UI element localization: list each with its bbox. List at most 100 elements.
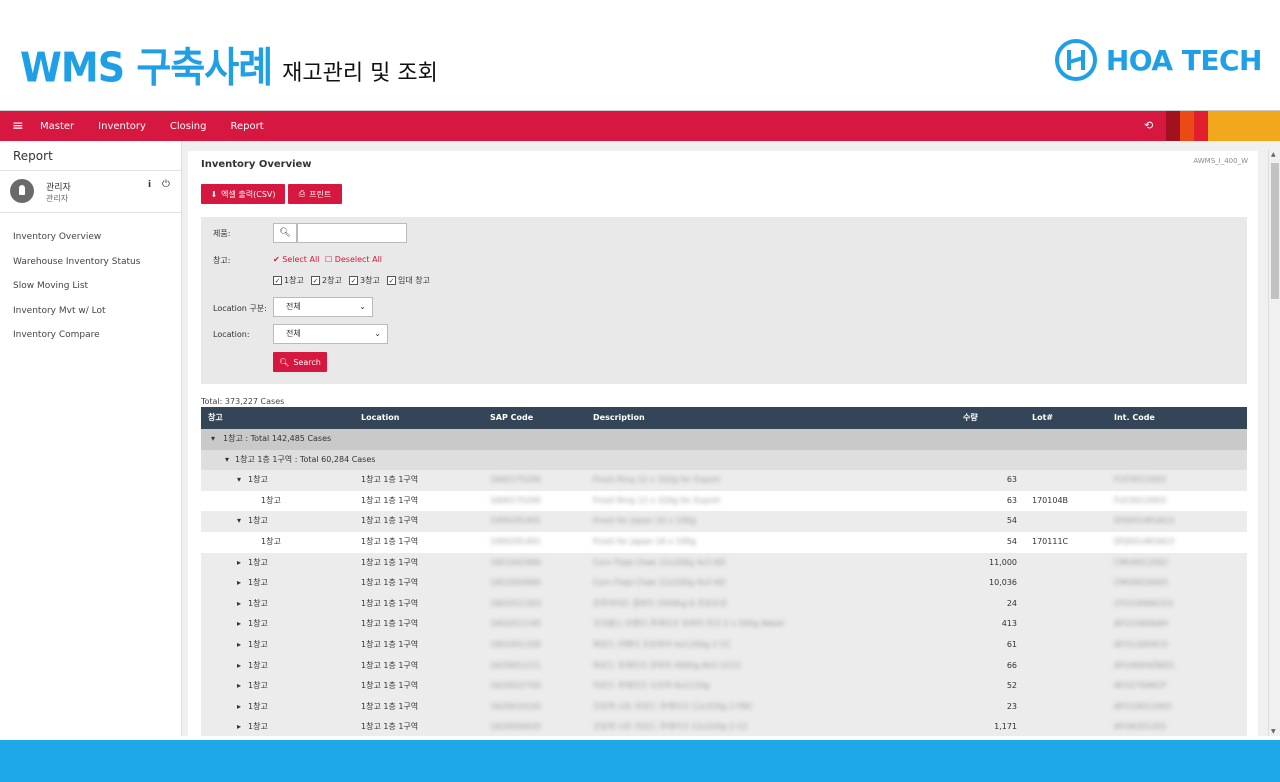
cell-lot: 170111C xyxy=(1032,537,1069,546)
table-row[interactable]: ▸ 1창고 1창고 1층 1구역 1602011145 코코팝스 라벤더 후레이크 포바… xyxy=(201,614,1247,635)
col-sap-code[interactable]: SAP Code xyxy=(490,407,533,429)
table-row[interactable]: ▸ 1창고 1창고 1층 1구역 1620022700 라로드 후레이크 시즈마 6x1… xyxy=(201,676,1247,697)
cell-warehouse: 1창고 xyxy=(248,660,268,670)
table-row[interactable]: ▸ 1창고 1창고 1층 1구역 1620010220 코로박 나트 라로드 후레이크 … xyxy=(201,696,1247,718)
caret-right-icon: ▸ xyxy=(237,722,242,732)
select-all-link[interactable]: ✔ Select All xyxy=(273,255,319,264)
cell-int-code: FUC0012003 xyxy=(1114,475,1166,485)
cell-quantity: 63 xyxy=(1006,495,1017,505)
chevron-down-icon: ⌄ xyxy=(359,302,366,311)
table-row[interactable]: 1창고 1창고 1층 1구역 1000291401 Frosti for Japan … xyxy=(201,532,1247,553)
col-int-code[interactable]: Int. Code xyxy=(1114,407,1155,429)
deselect-all-link[interactable]: ☐ Deselect All xyxy=(325,255,382,264)
table-row[interactable]: ▸ 1창고 1창고 1층 1구역 1602051200 파로드 라벤더 프로와커 4x1… xyxy=(201,635,1247,656)
print-label: 프린트 xyxy=(309,189,332,199)
col-quantity[interactable]: 수량 xyxy=(963,407,978,429)
cell-warehouse: 1창고 xyxy=(248,578,268,588)
group-row-zone[interactable]: ▾ 1창고 1층 1구역 : Total 60,284 Cases xyxy=(201,449,1247,471)
table-row[interactable]: ▸ 1창고 1창고 1층 1구역 1620051211 파로드 포레이크 포바이 400… xyxy=(201,655,1247,677)
group-label: 1창고 1층 1구역 : Total 60,284 Cases xyxy=(235,454,376,464)
location-value: 전체 xyxy=(286,329,301,338)
nav-closing[interactable]: Closing xyxy=(170,121,207,132)
caret-right-icon: ▸ xyxy=(237,660,242,670)
export-csv-button[interactable]: ⬇ 엑셀 출력(CSV) xyxy=(201,184,285,204)
cell-sap-code: 1651042900 xyxy=(490,557,541,567)
cell-int-code: AFO10012003 xyxy=(1114,701,1172,711)
deselect-all-label: Deselect All xyxy=(334,255,383,264)
info-icon[interactable]: i xyxy=(148,180,151,190)
warehouse-checkbox-1[interactable]: ✓ 1창고 xyxy=(273,275,304,286)
cell-int-code: AFO2700KCP xyxy=(1114,681,1166,691)
sidebar-item-slow-moving-list[interactable]: Slow Moving List xyxy=(0,274,181,299)
warehouse-checkbox-3[interactable]: ✓ 3창고 xyxy=(349,275,380,286)
footer-band xyxy=(0,740,1280,782)
sidebar-item-warehouse-inventory-status[interactable]: Warehouse Inventory Status xyxy=(0,250,181,275)
product-search-input[interactable] xyxy=(297,223,407,243)
cell-warehouse: 1창고 xyxy=(248,557,268,567)
nav-master[interactable]: Master xyxy=(40,121,74,132)
avatar xyxy=(10,179,34,203)
nav-report[interactable]: Report xyxy=(230,121,263,132)
warehouse-checkbox-2[interactable]: ✓ 2창고 xyxy=(311,275,342,286)
sidebar-item-inventory-mvt-lot[interactable]: Inventory Mvt w/ Lot xyxy=(0,299,181,324)
power-icon[interactable]: ⏻ xyxy=(162,179,170,190)
scroll-up-icon[interactable]: ▲ xyxy=(1271,151,1276,158)
sidebar-item-inventory-overview[interactable]: Inventory Overview xyxy=(0,225,181,250)
caret-down-icon: ▾ xyxy=(237,475,242,485)
group-label: 1창고 : Total 142,485 Cases xyxy=(223,434,332,443)
col-lot[interactable]: Lot# xyxy=(1032,407,1053,429)
print-button[interactable]: ⎙ 프린트 xyxy=(288,184,342,204)
caret-right-icon: ▸ xyxy=(237,619,242,629)
cell-quantity: 66 xyxy=(1006,660,1017,670)
cell-int-code: CFO10066CO3 xyxy=(1114,598,1173,608)
warehouse-checkbox-rental[interactable]: ✓ 임대 창고 xyxy=(387,275,430,286)
caret-right-icon: ▸ xyxy=(237,701,242,711)
table-row[interactable]: 1창고 1창고 1층 1구역 1600175200 Frosti Ring 12 x … xyxy=(201,490,1247,512)
cell-warehouse: 1창고 xyxy=(248,701,268,711)
col-warehouse[interactable]: 창고 xyxy=(208,407,223,429)
search-icon[interactable]: 🔍︎ xyxy=(273,223,297,243)
search-button[interactable]: 🔍︎ Search xyxy=(273,352,327,372)
col-location[interactable]: Location xyxy=(361,407,400,429)
cell-description: Corn Flaje Chee 12x200g 4x3 KD xyxy=(593,557,726,567)
table-row[interactable]: ▸ 1창고 1창고 1층 1구역 1620056020 코로박 나트 라로드 후레이크 … xyxy=(201,717,1247,736)
scroll-down-icon[interactable]: ▼ xyxy=(1271,728,1276,735)
sidebar-item-inventory-compare[interactable]: Inventory Compare xyxy=(0,323,181,348)
product-label: 제품: xyxy=(213,229,231,238)
location-select[interactable]: 전체 ⌄ xyxy=(273,324,388,344)
hamburger-icon[interactable]: ≡ xyxy=(12,118,26,134)
cell-quantity: 54 xyxy=(1006,537,1017,546)
cell-sap-code: 1602051200 xyxy=(490,640,541,649)
scrollbar[interactable]: ▲ ▼ xyxy=(1268,149,1280,736)
cell-sap-code: 1600175200 xyxy=(490,495,541,505)
refresh-icon[interactable]: ⟲ xyxy=(1144,119,1153,132)
checkbox-checked-icon: ✓ xyxy=(349,276,358,285)
table-row[interactable]: ▸ 1창고 1창고 1층 1구역 1651050900 Corn Flaje Chee … xyxy=(201,573,1247,594)
sidebar-menu: Inventory Overview Warehouse Inventory S… xyxy=(0,225,181,348)
main-content: Inventory Overview AWMS_I_400_W ⬇ 엑셀 출력(… xyxy=(188,151,1258,736)
caret-down-icon: ▾ xyxy=(211,434,216,443)
table-row[interactable]: ▸ 1창고 1창고 1층 1구역 1651042900 Corn Flaje Chee … xyxy=(201,552,1247,574)
search-icon: 🔍︎ xyxy=(279,357,290,367)
cell-location: 1창고 1층 1구역 xyxy=(361,537,419,546)
theme-swatch-orange xyxy=(1180,111,1194,141)
cell-description: Frosti Ring 12 x 320g for Export xyxy=(593,495,721,505)
table-row[interactable]: ▾ 1창고 1창고 1층 1구역 1600175200 Frosti Ring 12 x… xyxy=(201,470,1247,491)
select-all-label: Select All xyxy=(282,255,320,264)
cell-warehouse: 1창고 xyxy=(248,619,268,629)
cell-sap-code: 1000291401 xyxy=(490,516,541,526)
group-row-warehouse[interactable]: ▾ 1창고 : Total 142,485 Cases xyxy=(201,429,1247,450)
table-row[interactable]: ▸ 1창고 1창고 1층 1구역 1602011303 콘푸라이트 링바이 3300kg… xyxy=(201,593,1247,615)
user-role: 관리자 xyxy=(46,194,69,203)
table-row[interactable]: ▾ 1창고 1창고 1층 1구역 1000291401 Frosti for Japan… xyxy=(201,511,1247,532)
nav-inventory[interactable]: Inventory xyxy=(98,121,146,132)
cell-quantity: 413 xyxy=(1001,619,1017,629)
scrollbar-thumb[interactable] xyxy=(1271,163,1279,299)
cell-description: 파로드 포레이크 포바이 4000g 8x5 CCCC xyxy=(593,660,743,670)
cell-sap-code: 1602011303 xyxy=(490,598,541,608)
col-description[interactable]: Description xyxy=(593,407,645,429)
cell-description: 파로드 라벤더 프로와커 4x1200g 2 CC xyxy=(593,640,731,649)
location-type-select[interactable]: 전체 ⌄ xyxy=(273,297,373,317)
caret-down-icon: ▾ xyxy=(225,454,230,464)
cell-quantity: 11,000 xyxy=(989,557,1017,567)
